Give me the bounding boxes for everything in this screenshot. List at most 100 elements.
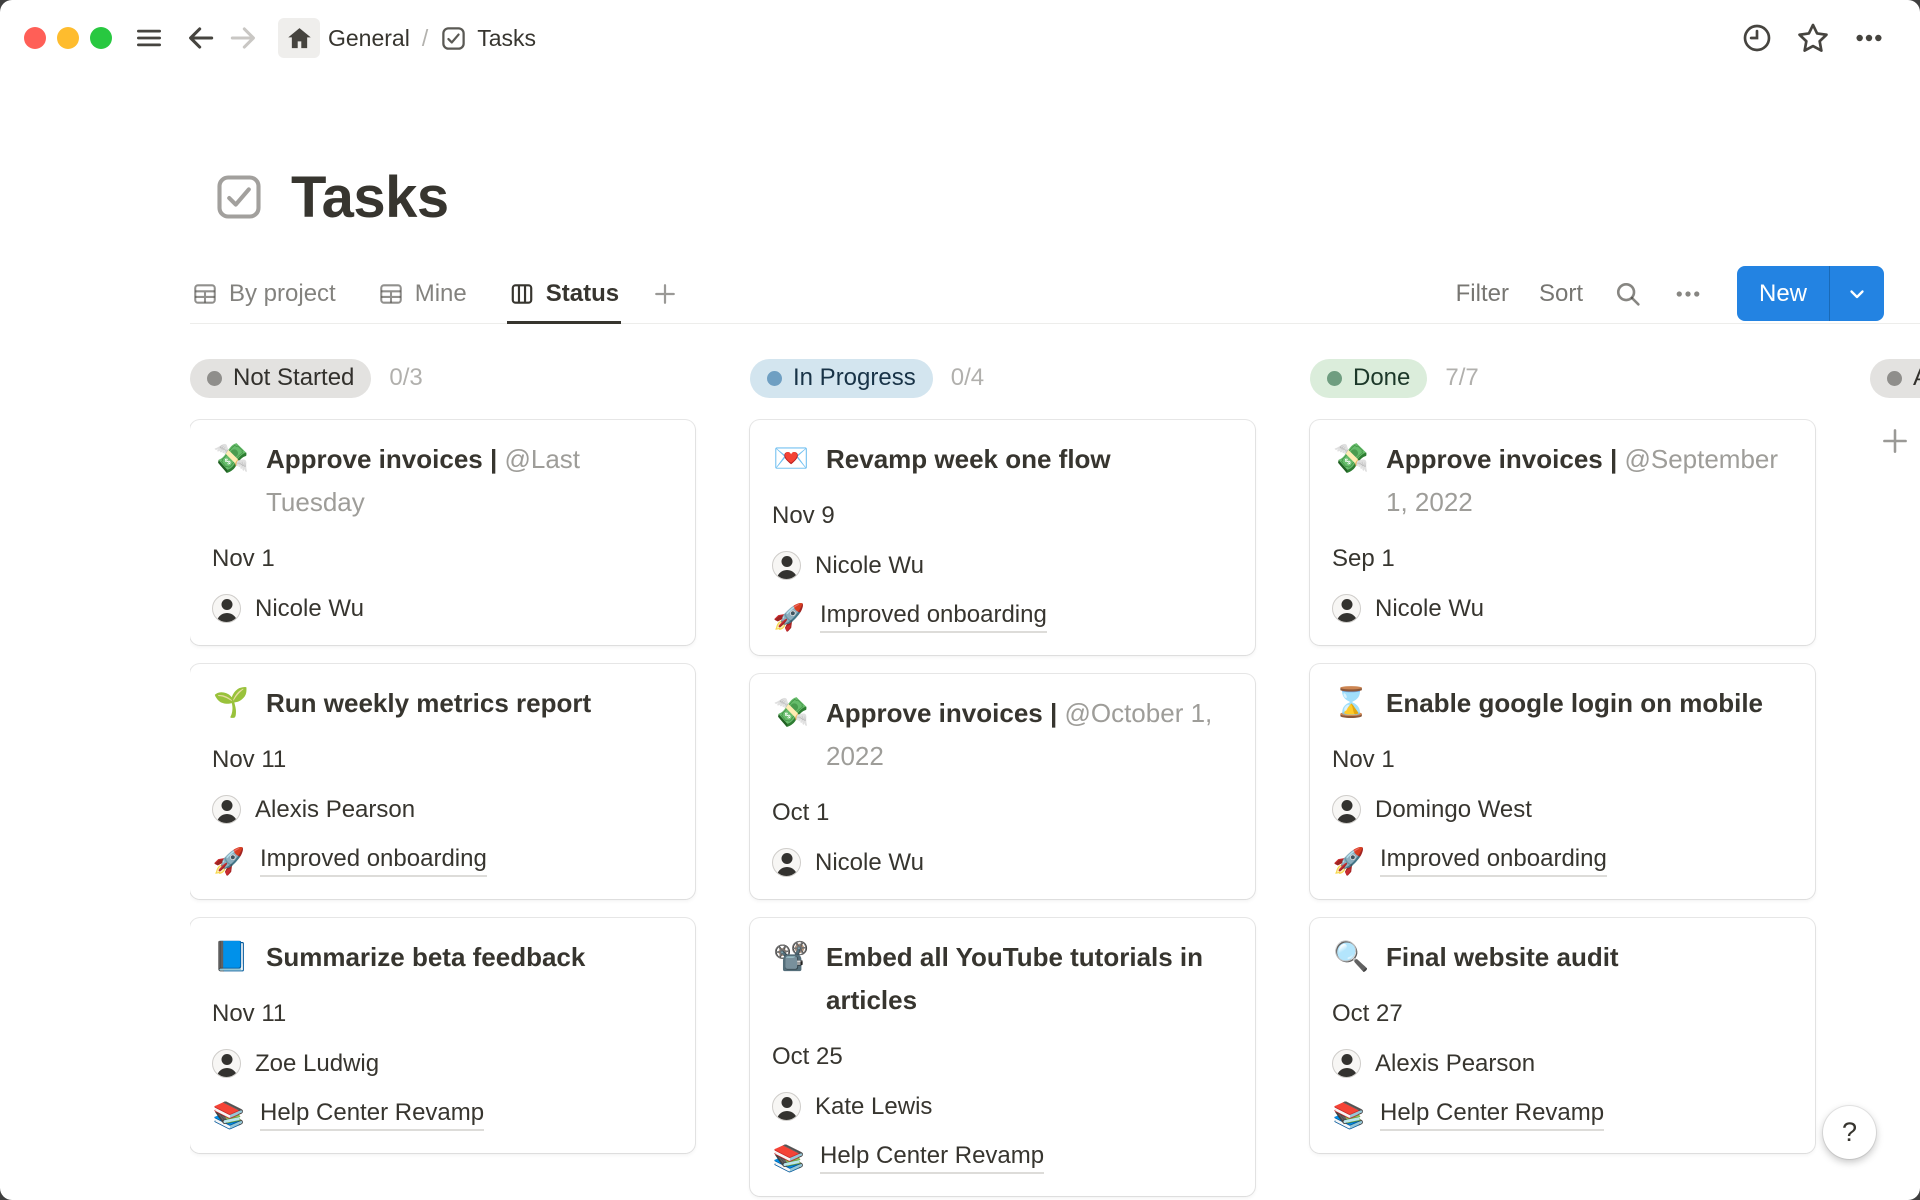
column-count: 0/4 <box>951 364 984 392</box>
project-link[interactable]: Improved onboarding <box>820 601 1047 633</box>
breadcrumb-separator: / <box>422 25 428 52</box>
sidebar-menu-icon[interactable] <box>128 18 170 58</box>
status-dot <box>207 371 222 386</box>
home-icon[interactable] <box>278 18 320 58</box>
status-dot <box>1887 371 1902 386</box>
due-date: Sep 1 <box>1332 545 1395 573</box>
topbar-actions <box>1736 18 1890 58</box>
avatar <box>1332 795 1361 824</box>
assignee-name: Alexis Pearson <box>255 796 415 824</box>
project-link[interactable]: Improved onboarding <box>1380 845 1607 877</box>
view-bar: By project Mine Status <box>190 264 1920 324</box>
back-icon[interactable] <box>180 18 222 58</box>
status-pill[interactable]: Done <box>1310 359 1427 398</box>
project-emoji: 🚀 <box>772 602 806 633</box>
table-icon <box>192 281 218 307</box>
task-card[interactable]: 💸 Approve invoices | @September 1, 2022 … <box>1310 420 1815 645</box>
tab-status[interactable]: Status <box>507 264 621 324</box>
project-link[interactable]: Help Center Revamp <box>260 1099 484 1131</box>
status-pill[interactable]: Not Started <box>190 359 371 398</box>
sort-button[interactable]: Sort <box>1539 280 1583 308</box>
status-pill[interactable]: A <box>1870 359 1920 398</box>
new-button[interactable]: New <box>1737 266 1884 321</box>
favorite-star-icon[interactable] <box>1792 18 1834 58</box>
task-emoji: 💸 <box>772 692 810 778</box>
add-card-icon[interactable] <box>1878 424 1920 458</box>
page-header: Tasks <box>213 160 1920 234</box>
project-link[interactable]: Help Center Revamp <box>1380 1099 1604 1131</box>
avatar <box>772 848 801 877</box>
column-count: 0/3 <box>389 364 422 392</box>
column-header: Done 7/7 <box>1310 358 1815 398</box>
project-link[interactable]: Improved onboarding <box>260 845 487 877</box>
task-card[interactable]: 📘 Summarize beta feedback Nov 11 Zoe Lud… <box>190 918 695 1153</box>
view-tabs: By project Mine Status <box>190 264 621 323</box>
more-options-icon[interactable] <box>1848 18 1890 58</box>
avatar <box>1332 594 1361 623</box>
board-icon <box>509 281 535 307</box>
filter-button[interactable]: Filter <box>1456 280 1509 308</box>
column-not-started: Not Started 0/3 💸 Approve invoices | @La… <box>190 358 695 1200</box>
project-emoji: 📚 <box>1332 1100 1366 1131</box>
status-pill[interactable]: In Progress <box>750 359 933 398</box>
zoom-window-button[interactable] <box>90 27 112 49</box>
assignee-name: Nicole Wu <box>815 849 924 877</box>
search-icon[interactable] <box>1613 279 1643 309</box>
task-card[interactable]: 🔍 Final website audit Oct 27 Alexis Pear… <box>1310 918 1815 1153</box>
assignee-name: Nicole Wu <box>1375 595 1484 623</box>
tab-mine[interactable]: Mine <box>376 264 469 324</box>
project-emoji: 📚 <box>212 1100 246 1131</box>
due-date: Nov 1 <box>1332 746 1395 774</box>
page-title[interactable]: Tasks <box>291 164 449 231</box>
due-date: Nov 1 <box>212 545 275 573</box>
due-date: Oct 25 <box>772 1043 843 1071</box>
assignee-name: Domingo West <box>1375 796 1532 824</box>
column-header: In Progress 0/4 <box>750 358 1255 398</box>
task-card[interactable]: 💸 Approve invoices | @October 1, 2022 Oc… <box>750 674 1255 899</box>
project-emoji: 🚀 <box>212 846 246 877</box>
task-emoji: 📘 <box>212 936 250 979</box>
due-date: Nov 11 <box>212 1000 286 1028</box>
kanban-board: Not Started 0/3 💸 Approve invoices | @La… <box>190 358 1920 1200</box>
add-view-icon[interactable] <box>651 280 679 308</box>
forward-icon[interactable] <box>222 18 264 58</box>
task-card[interactable]: 🌱 Run weekly metrics report Nov 11 Alexi… <box>190 664 695 899</box>
top-bar: General / Tasks <box>0 0 1920 76</box>
breadcrumb-workspace[interactable]: General <box>328 25 410 52</box>
task-emoji: 🔍 <box>1332 936 1370 979</box>
tab-by-project[interactable]: By project <box>190 264 338 324</box>
help-button[interactable]: ? <box>1823 1106 1876 1159</box>
column-overflow: A <box>1870 358 1920 1200</box>
project-link[interactable]: Help Center Revamp <box>820 1142 1044 1174</box>
assignee-name: Alexis Pearson <box>1375 1050 1535 1078</box>
close-window-button[interactable] <box>24 27 46 49</box>
assignee-name: Kate Lewis <box>815 1093 932 1121</box>
project-emoji: 📚 <box>772 1143 806 1174</box>
task-emoji: 💸 <box>212 438 250 524</box>
page-content: Tasks By project Mine <box>0 76 1920 1200</box>
new-dropdown-icon[interactable] <box>1829 266 1884 321</box>
task-card[interactable]: 💸 Approve invoices | @Last Tuesday Nov 1… <box>190 420 695 645</box>
task-card[interactable]: 💌 Revamp week one flow Nov 9 Nicole Wu 🚀… <box>750 420 1255 655</box>
window-controls <box>24 27 112 49</box>
task-emoji: 💌 <box>772 438 810 481</box>
task-card[interactable]: ⌛ Enable google login on mobile Nov 1 Do… <box>1310 664 1815 899</box>
project-emoji: 🚀 <box>1332 846 1366 877</box>
column-header: Not Started 0/3 <box>190 358 695 398</box>
checkbox-icon <box>440 25 467 52</box>
task-emoji: 🌱 <box>212 682 250 725</box>
column-in-progress: In Progress 0/4 💌 Revamp week one flow N… <box>750 358 1255 1200</box>
history-clock-icon[interactable] <box>1736 18 1778 58</box>
view-more-icon[interactable] <box>1673 279 1703 309</box>
minimize-window-button[interactable] <box>57 27 79 49</box>
avatar <box>772 1092 801 1121</box>
status-dot <box>1327 371 1342 386</box>
task-card[interactable]: 📽️ Embed all YouTube tutorials in articl… <box>750 918 1255 1196</box>
task-emoji: ⌛ <box>1332 682 1370 725</box>
page-checkbox-icon <box>213 171 265 223</box>
avatar <box>212 594 241 623</box>
breadcrumb-page[interactable]: Tasks <box>440 25 536 52</box>
avatar <box>1332 1049 1361 1078</box>
avatar <box>212 795 241 824</box>
due-date: Oct 1 <box>772 799 829 827</box>
